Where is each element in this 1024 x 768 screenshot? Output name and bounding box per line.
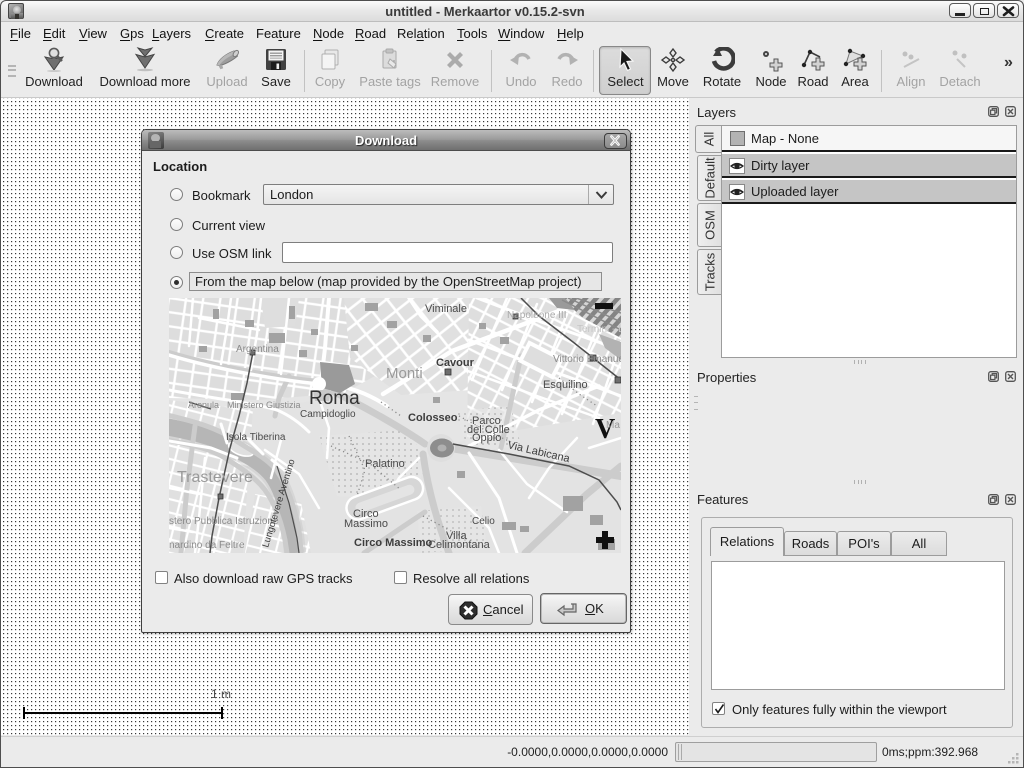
svg-text:Trastevere: Trastevere <box>177 469 253 486</box>
svg-text:Isola Tiberina: Isola Tiberina <box>226 432 286 443</box>
svg-text:Celio: Celio <box>472 516 495 527</box>
svg-text:Ministero Giustizia: Ministero Giustizia <box>227 400 301 410</box>
svg-text:Cavour: Cavour <box>436 357 475 369</box>
svg-text:Massimo: Massimo <box>344 518 388 530</box>
svg-text:Palatino: Palatino <box>365 458 405 470</box>
svg-text:Celimontana: Celimontana <box>428 539 491 551</box>
svg-text:Ma: Ma <box>606 420 620 431</box>
svg-text:Oppio: Oppio <box>472 432 501 444</box>
svg-text:1 m: 1 m <box>211 687 231 701</box>
svg-text:Viminale: Viminale <box>425 303 467 315</box>
svg-text:Napoleone III: Napoleone III <box>507 310 567 321</box>
svg-text:Monti: Monti <box>386 365 423 382</box>
svg-text:Circo Massimo: Circo Massimo <box>354 537 433 549</box>
svg-text:Colosseo: Colosseo <box>408 412 458 424</box>
svg-text:nardino da Feltre: nardino da Feltre <box>169 540 245 551</box>
svg-text:Termini - La: Termini - La <box>577 324 621 335</box>
svg-text:Campidoglio: Campidoglio <box>300 409 356 420</box>
svg-text:Roma: Roma <box>309 388 360 409</box>
svg-text:Argentina: Argentina <box>236 344 279 355</box>
svg-text:Vittorio Emanuele: Vittorio Emanuele <box>553 354 621 365</box>
svg-text:stero Pubblica Istruzione: stero Pubblica Istruzione <box>169 516 279 527</box>
svg-text:Arenula: Arenula <box>188 400 219 410</box>
svg-text:Esquilino: Esquilino <box>543 379 588 391</box>
